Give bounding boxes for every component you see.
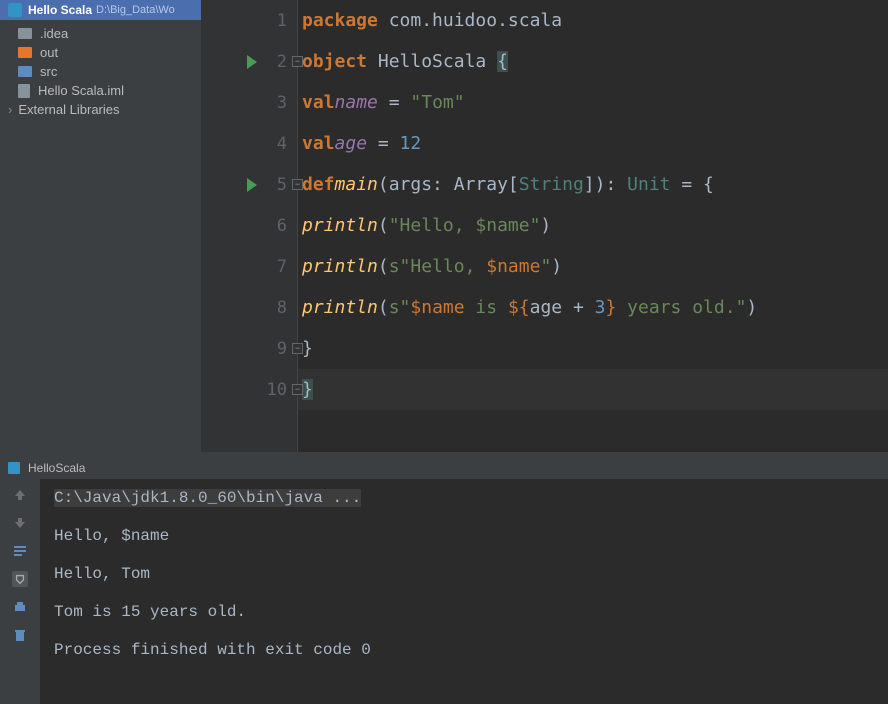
gutter-line[interactable]: 6 xyxy=(202,205,297,246)
tree-item-src[interactable]: src xyxy=(0,62,201,81)
line-number: 7 xyxy=(277,257,287,277)
gutter-line[interactable]: 10 − xyxy=(202,369,297,410)
tree-label: out xyxy=(40,45,58,60)
output-line: Hello, $name xyxy=(54,527,874,545)
tree-item-external[interactable]: › External Libraries xyxy=(0,100,201,119)
run-body: C:\Java\jdk1.8.0_60\bin\java ... Hello, … xyxy=(0,479,888,704)
code-line: val age = 12 xyxy=(298,123,888,164)
gutter-line[interactable]: 2 − xyxy=(202,41,297,82)
wrap-icon[interactable] xyxy=(12,543,28,559)
line-number: 6 xyxy=(277,216,287,236)
project-tree: .idea out src Hello Scala.iml › External… xyxy=(0,20,201,123)
gutter-line[interactable]: 8 xyxy=(202,287,297,328)
line-number: 2 xyxy=(277,52,287,72)
arrow-down-icon[interactable] xyxy=(12,515,28,531)
tree-label: Hello Scala.iml xyxy=(38,83,124,98)
line-number: 9 xyxy=(277,339,287,359)
gutter-line[interactable]: 7 xyxy=(202,246,297,287)
line-number: 4 xyxy=(277,134,287,154)
project-sidebar: Hello Scala D:\Big_Data\Wo .idea out src… xyxy=(0,0,202,452)
run-output[interactable]: C:\Java\jdk1.8.0_60\bin\java ... Hello, … xyxy=(40,479,888,704)
tree-item-iml[interactable]: Hello Scala.iml xyxy=(0,81,201,100)
top-section: Hello Scala D:\Big_Data\Wo .idea out src… xyxy=(0,0,888,452)
tree-item-idea[interactable]: .idea xyxy=(0,24,201,43)
gutter-line[interactable]: 1 xyxy=(202,0,297,41)
tree-item-out[interactable]: out xyxy=(0,43,201,62)
code-line: println(s"Hello, $name") xyxy=(298,246,888,287)
run-header[interactable]: HelloScala xyxy=(0,457,888,479)
gutter-line[interactable]: 3 xyxy=(202,82,297,123)
folder-icon xyxy=(18,47,32,58)
gutter: 1 2 − 3 4 5 − 6 7 xyxy=(202,0,298,452)
folder-icon xyxy=(18,66,32,77)
line-number: 3 xyxy=(277,93,287,113)
code-line: def main(args: Array[String]): Unit = { xyxy=(298,164,888,205)
arrow-up-icon[interactable] xyxy=(12,487,28,503)
code-line: package com.huidoo.scala xyxy=(298,0,888,41)
project-header[interactable]: Hello Scala D:\Big_Data\Wo xyxy=(0,0,201,20)
line-number: 10 xyxy=(267,380,287,400)
line-number: 5 xyxy=(277,175,287,195)
gutter-line[interactable]: 5 − xyxy=(202,164,297,205)
run-icon[interactable] xyxy=(247,55,257,69)
code-line: println("Hello, $name") xyxy=(298,205,888,246)
run-panel: HelloScala C:\Java\jdk1.8.0_60\bin\java … xyxy=(0,452,888,704)
tree-label: src xyxy=(40,64,57,79)
scroll-icon[interactable] xyxy=(12,571,28,587)
print-icon[interactable] xyxy=(12,599,28,615)
fold-icon[interactable]: − xyxy=(292,56,303,67)
trash-icon[interactable] xyxy=(12,627,28,643)
tree-label: External Libraries xyxy=(18,102,119,117)
run-title: HelloScala xyxy=(28,461,85,475)
output-cmd: C:\Java\jdk1.8.0_60\bin\java ... xyxy=(54,489,361,507)
file-icon xyxy=(18,84,30,98)
project-name: Hello Scala xyxy=(28,3,92,17)
fold-icon[interactable]: − xyxy=(292,384,303,395)
line-number: 1 xyxy=(277,11,287,31)
code-line: println(s"$name is ${age + 3} years old.… xyxy=(298,287,888,328)
chevron-right-icon: › xyxy=(8,102,12,117)
output-line: Process finished with exit code 0 xyxy=(54,641,874,659)
run-icon[interactable] xyxy=(247,178,257,192)
code-editor[interactable]: package com.huidoo.scala object HelloSca… xyxy=(298,0,888,452)
code-line: val name = "Tom" xyxy=(298,82,888,123)
fold-icon[interactable]: − xyxy=(292,179,303,190)
output-line: Hello, Tom xyxy=(54,565,874,583)
tree-label: .idea xyxy=(40,26,68,41)
fold-icon[interactable]: − xyxy=(292,343,303,354)
output-line: Tom is 15 years old. xyxy=(54,603,874,621)
editor-area: 1 2 − 3 4 5 − 6 7 xyxy=(202,0,888,452)
code-line: object HelloScala { xyxy=(298,41,888,82)
run-config-icon xyxy=(8,462,20,474)
code-line: } xyxy=(298,369,888,410)
run-toolbar xyxy=(0,479,40,704)
line-number: 8 xyxy=(277,298,287,318)
code-line: } xyxy=(298,328,888,369)
project-path: D:\Big_Data\Wo xyxy=(96,4,175,16)
gutter-line[interactable]: 9 − xyxy=(202,328,297,369)
folder-icon xyxy=(18,28,32,39)
project-icon xyxy=(8,3,22,17)
gutter-line[interactable]: 4 xyxy=(202,123,297,164)
